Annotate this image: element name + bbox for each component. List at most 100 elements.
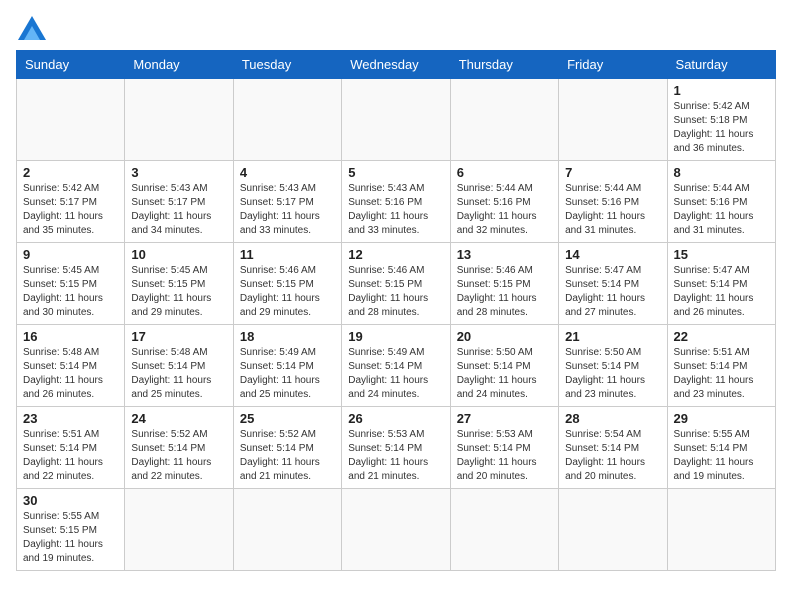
calendar-cell bbox=[450, 79, 558, 161]
day-number: 12 bbox=[348, 247, 443, 262]
calendar-cell bbox=[233, 79, 341, 161]
day-info: Sunrise: 5:44 AMSunset: 5:16 PMDaylight:… bbox=[565, 182, 660, 238]
day-number: 13 bbox=[457, 247, 552, 262]
day-info: Sunrise: 5:46 AMSunset: 5:15 PMDaylight:… bbox=[240, 264, 335, 320]
calendar-cell: 7 Sunrise: 5:44 AMSunset: 5:16 PMDaylight… bbox=[559, 161, 667, 243]
calendar-cell: 12 Sunrise: 5:46 AMSunset: 5:15 PMDayligh… bbox=[342, 243, 450, 325]
day-number: 19 bbox=[348, 329, 443, 344]
calendar-cell: 25Sunrise: 5:52 AMSunset: 5:14 PMDayligh… bbox=[233, 407, 341, 489]
logo bbox=[16, 16, 46, 40]
weekday-header-tuesday: Tuesday bbox=[233, 51, 341, 79]
weekday-header-monday: Monday bbox=[125, 51, 233, 79]
day-info: Sunrise: 5:51 AMSunset: 5:14 PMDaylight:… bbox=[674, 346, 769, 402]
calendar-cell: 23Sunrise: 5:51 AMSunset: 5:14 PMDayligh… bbox=[17, 407, 125, 489]
day-number: 23 bbox=[23, 411, 118, 426]
calendar-cell: 16Sunrise: 5:48 AMSunset: 5:14 PMDayligh… bbox=[17, 325, 125, 407]
day-info: Sunrise: 5:49 AMSunset: 5:14 PMDaylight:… bbox=[240, 346, 335, 402]
week-row-4: 16Sunrise: 5:48 AMSunset: 5:14 PMDayligh… bbox=[17, 325, 776, 407]
day-info: Sunrise: 5:46 AMSunset: 5:15 PMDaylight:… bbox=[457, 264, 552, 320]
day-info: Sunrise: 5:43 AMSunset: 5:17 PMDaylight:… bbox=[131, 182, 226, 238]
weekday-header-row: SundayMondayTuesdayWednesdayThursdayFrid… bbox=[17, 51, 776, 79]
calendar-cell: 30 Sunrise: 5:55 AMSunset: 5:15 PMDayligh… bbox=[17, 489, 125, 571]
day-number: 1 bbox=[674, 83, 769, 98]
week-row-1: 1Sunrise: 5:42 AMSunset: 5:18 PMDaylight… bbox=[17, 79, 776, 161]
day-info: Sunrise: 5:54 AMSunset: 5:14 PMDaylight:… bbox=[565, 428, 660, 484]
day-info: Sunrise: 5:55 AMSunset: 5:15 PMDaylight:… bbox=[23, 510, 118, 566]
calendar-cell: 20 Sunrise: 5:50 AMSunset: 5:14 PMDayligh… bbox=[450, 325, 558, 407]
day-number: 25 bbox=[240, 411, 335, 426]
day-info: Sunrise: 5:48 AMSunset: 5:14 PMDaylight:… bbox=[131, 346, 226, 402]
header bbox=[16, 16, 776, 40]
day-number: 22 bbox=[674, 329, 769, 344]
calendar-cell: 2 Sunrise: 5:42 AMSunset: 5:17 PMDaylight… bbox=[17, 161, 125, 243]
day-number: 2 bbox=[23, 165, 118, 180]
calendar-cell: 18Sunrise: 5:49 AMSunset: 5:14 PMDayligh… bbox=[233, 325, 341, 407]
weekday-header-wednesday: Wednesday bbox=[342, 51, 450, 79]
day-info: Sunrise: 5:45 AMSunset: 5:15 PMDaylight:… bbox=[131, 264, 226, 320]
weekday-header-thursday: Thursday bbox=[450, 51, 558, 79]
day-info: Sunrise: 5:52 AMSunset: 5:14 PMDaylight:… bbox=[131, 428, 226, 484]
day-number: 30 bbox=[23, 493, 118, 508]
day-number: 14 bbox=[565, 247, 660, 262]
day-info: Sunrise: 5:49 AMSunset: 5:14 PMDaylight:… bbox=[348, 346, 443, 402]
logo-area bbox=[16, 16, 46, 40]
day-number: 15 bbox=[674, 247, 769, 262]
day-number: 4 bbox=[240, 165, 335, 180]
calendar-cell bbox=[559, 489, 667, 571]
day-number: 20 bbox=[457, 329, 552, 344]
calendar-cell: 14 Sunrise: 5:47 AMSunset: 5:14 PMDayligh… bbox=[559, 243, 667, 325]
day-info: Sunrise: 5:42 AMSunset: 5:17 PMDaylight:… bbox=[23, 182, 118, 238]
day-info: Sunrise: 5:50 AMSunset: 5:14 PMDaylight:… bbox=[457, 346, 552, 402]
day-number: 24 bbox=[131, 411, 226, 426]
calendar-cell: 27 Sunrise: 5:53 AMSunset: 5:14 PMDayligh… bbox=[450, 407, 558, 489]
week-row-3: 9 Sunrise: 5:45 AMSunset: 5:15 PMDaylight… bbox=[17, 243, 776, 325]
day-info: Sunrise: 5:43 AMSunset: 5:16 PMDaylight:… bbox=[348, 182, 443, 238]
day-info: Sunrise: 5:53 AMSunset: 5:14 PMDaylight:… bbox=[457, 428, 552, 484]
day-number: 28 bbox=[565, 411, 660, 426]
day-number: 21 bbox=[565, 329, 660, 344]
weekday-header-sunday: Sunday bbox=[17, 51, 125, 79]
calendar-cell: 4 Sunrise: 5:43 AMSunset: 5:17 PMDaylight… bbox=[233, 161, 341, 243]
calendar-cell: 24 Sunrise: 5:52 AMSunset: 5:14 PMDayligh… bbox=[125, 407, 233, 489]
day-number: 8 bbox=[674, 165, 769, 180]
calendar-cell: 22 Sunrise: 5:51 AMSunset: 5:14 PMDayligh… bbox=[667, 325, 775, 407]
day-info: Sunrise: 5:47 AMSunset: 5:14 PMDaylight:… bbox=[565, 264, 660, 320]
day-info: Sunrise: 5:44 AMSunset: 5:16 PMDaylight:… bbox=[674, 182, 769, 238]
calendar-cell: 29Sunrise: 5:55 AMSunset: 5:14 PMDayligh… bbox=[667, 407, 775, 489]
weekday-header-friday: Friday bbox=[559, 51, 667, 79]
day-number: 11 bbox=[240, 247, 335, 262]
calendar-cell bbox=[450, 489, 558, 571]
calendar-cell bbox=[125, 489, 233, 571]
calendar-cell: 15 Sunrise: 5:47 AMSunset: 5:14 PMDayligh… bbox=[667, 243, 775, 325]
calendar-table: SundayMondayTuesdayWednesdayThursdayFrid… bbox=[16, 50, 776, 571]
day-number: 5 bbox=[348, 165, 443, 180]
calendar-cell: 5 Sunrise: 5:43 AMSunset: 5:16 PMDaylight… bbox=[342, 161, 450, 243]
page-container: SundayMondayTuesdayWednesdayThursdayFrid… bbox=[16, 16, 776, 571]
day-number: 6 bbox=[457, 165, 552, 180]
calendar-cell: 26 Sunrise: 5:53 AMSunset: 5:14 PMDayligh… bbox=[342, 407, 450, 489]
day-number: 26 bbox=[348, 411, 443, 426]
day-number: 27 bbox=[457, 411, 552, 426]
calendar-cell bbox=[559, 79, 667, 161]
day-info: Sunrise: 5:47 AMSunset: 5:14 PMDaylight:… bbox=[674, 264, 769, 320]
day-number: 7 bbox=[565, 165, 660, 180]
calendar-cell bbox=[233, 489, 341, 571]
calendar-cell: 1Sunrise: 5:42 AMSunset: 5:18 PMDaylight… bbox=[667, 79, 775, 161]
logo-icon bbox=[18, 16, 46, 40]
day-number: 17 bbox=[131, 329, 226, 344]
day-info: Sunrise: 5:43 AMSunset: 5:17 PMDaylight:… bbox=[240, 182, 335, 238]
day-info: Sunrise: 5:50 AMSunset: 5:14 PMDaylight:… bbox=[565, 346, 660, 402]
calendar-cell: 28 Sunrise: 5:54 AMSunset: 5:14 PMDayligh… bbox=[559, 407, 667, 489]
calendar-cell bbox=[667, 489, 775, 571]
calendar-cell bbox=[342, 489, 450, 571]
day-info: Sunrise: 5:46 AMSunset: 5:15 PMDaylight:… bbox=[348, 264, 443, 320]
weekday-header-saturday: Saturday bbox=[667, 51, 775, 79]
week-row-5: 23Sunrise: 5:51 AMSunset: 5:14 PMDayligh… bbox=[17, 407, 776, 489]
calendar-cell: 9Sunrise: 5:45 AMSunset: 5:15 PMDaylight… bbox=[17, 243, 125, 325]
calendar-cell: 13 Sunrise: 5:46 AMSunset: 5:15 PMDayligh… bbox=[450, 243, 558, 325]
day-number: 3 bbox=[131, 165, 226, 180]
calendar-cell: 11 Sunrise: 5:46 AMSunset: 5:15 PMDayligh… bbox=[233, 243, 341, 325]
calendar-cell: 8 Sunrise: 5:44 AMSunset: 5:16 PMDaylight… bbox=[667, 161, 775, 243]
day-number: 9 bbox=[23, 247, 118, 262]
day-info: Sunrise: 5:53 AMSunset: 5:14 PMDaylight:… bbox=[348, 428, 443, 484]
